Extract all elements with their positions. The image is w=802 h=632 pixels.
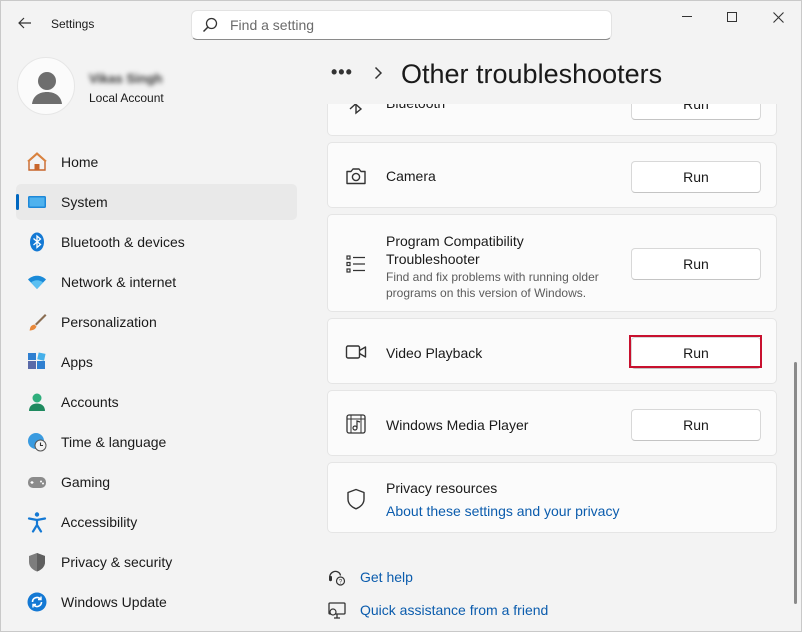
accounts-icon bbox=[29, 393, 45, 411]
troubleshooter-title: Windows Media Player bbox=[386, 417, 529, 433]
troubleshooter-card-bluetooth: Bluetooth Run bbox=[327, 104, 777, 136]
bluetooth-run-button[interactable]: Run bbox=[631, 104, 761, 120]
update-icon bbox=[27, 592, 47, 612]
system-display-icon bbox=[28, 196, 46, 208]
troubleshooter-card-program-compatibility: Program Compatibility Troubleshooter Fin… bbox=[327, 214, 777, 312]
sidebar-item-label: Windows Update bbox=[61, 594, 167, 610]
program-compatibility-run-button[interactable]: Run bbox=[631, 248, 761, 280]
search-input[interactable]: Find a setting bbox=[230, 17, 314, 33]
gamepad-icon bbox=[28, 477, 46, 488]
wifi-icon bbox=[28, 275, 46, 289]
sidebar-item-time-language[interactable]: Time & language bbox=[16, 424, 297, 460]
maximize-icon bbox=[727, 12, 737, 22]
close-icon bbox=[772, 11, 784, 23]
privacy-resources-title: Privacy resources bbox=[386, 480, 498, 496]
sidebar-item-label: Personalization bbox=[61, 314, 157, 330]
sidebar-item-label: Gaming bbox=[61, 474, 111, 490]
apps-icon bbox=[28, 352, 46, 369]
troubleshooter-list: Bluetooth Run Camera Run Program Compati… bbox=[327, 104, 777, 544]
maximize-button[interactable] bbox=[709, 6, 755, 28]
title-bar: Settings Find a setting bbox=[0, 0, 802, 48]
troubleshooter-title: Bluetooth bbox=[386, 104, 445, 112]
page-title: Other troubleshooters bbox=[401, 59, 663, 89]
accessibility-icon bbox=[27, 512, 47, 533]
bluetooth-icon bbox=[30, 232, 44, 252]
app-title: Settings bbox=[51, 17, 95, 31]
globe-clock-icon bbox=[28, 433, 47, 452]
chevron-right-icon bbox=[374, 66, 383, 80]
list-icon bbox=[346, 255, 365, 273]
brush-icon bbox=[29, 314, 47, 331]
sidebar-item-apps[interactable]: Apps bbox=[16, 344, 297, 380]
arrow-left-icon bbox=[18, 17, 31, 29]
privacy-resources-card: Privacy resources About these settings a… bbox=[327, 462, 777, 533]
sidebar-item-label: System bbox=[61, 194, 108, 210]
video-icon bbox=[345, 345, 367, 359]
sidebar-item-gaming[interactable]: Gaming bbox=[16, 464, 297, 500]
sidebar-item-label: Privacy & security bbox=[61, 554, 173, 570]
sidebar-item-network[interactable]: Network & internet bbox=[16, 264, 297, 300]
sidebar-item-bluetooth-devices[interactable]: Bluetooth & devices bbox=[16, 224, 297, 260]
user-name: Vikas Singh bbox=[89, 71, 163, 86]
help-icon: ? bbox=[329, 570, 346, 586]
privacy-link[interactable]: About these settings and your privacy bbox=[386, 503, 619, 519]
user-icon bbox=[32, 72, 62, 104]
sidebar-item-accounts[interactable]: Accounts bbox=[16, 384, 297, 420]
sidebar-item-system[interactable]: System bbox=[16, 184, 297, 220]
sidebar-item-label: Accounts bbox=[61, 394, 119, 410]
avatar[interactable] bbox=[17, 57, 75, 115]
get-help-label: Get help bbox=[360, 569, 413, 585]
media-player-icon bbox=[346, 414, 366, 434]
minimize-icon bbox=[682, 16, 692, 17]
sidebar-item-windows-update[interactable]: Windows Update bbox=[16, 584, 297, 620]
breadcrumb-more-button[interactable]: ••• bbox=[331, 62, 353, 83]
scrollbar-thumb[interactable] bbox=[794, 362, 797, 604]
camera-run-button[interactable]: Run bbox=[631, 161, 761, 193]
troubleshooter-title: Video Playback bbox=[386, 345, 483, 361]
sidebar-item-label: Apps bbox=[61, 354, 93, 370]
close-button[interactable] bbox=[755, 6, 801, 28]
sidebar-item-label: Home bbox=[61, 154, 99, 170]
troubleshooter-card-video-playback: Video Playback Run bbox=[327, 318, 777, 384]
troubleshooter-card-camera: Camera Run bbox=[327, 142, 777, 208]
search-icon bbox=[202, 17, 218, 33]
minimize-button[interactable] bbox=[664, 6, 710, 28]
remote-assist-icon bbox=[328, 602, 346, 619]
sidebar-item-privacy-security[interactable]: Privacy & security bbox=[16, 544, 297, 580]
shield-icon bbox=[29, 553, 45, 572]
troubleshooter-card-windows-media-player: Windows Media Player Run bbox=[327, 390, 777, 456]
sidebar-item-accessibility[interactable]: Accessibility bbox=[16, 504, 297, 540]
home-icon bbox=[27, 152, 47, 171]
quick-assist-label: Quick assistance from a friend bbox=[360, 602, 549, 618]
search-box[interactable]: Find a setting bbox=[191, 10, 612, 40]
sidebar-item-label: Accessibility bbox=[61, 514, 138, 530]
troubleshooter-title: Camera bbox=[386, 168, 436, 184]
sidebar-item-label: Network & internet bbox=[61, 274, 177, 290]
sidebar-item-personalization[interactable]: Personalization bbox=[16, 304, 297, 340]
camera-icon bbox=[346, 168, 366, 185]
account-type: Local Account bbox=[89, 91, 164, 105]
troubleshooter-title: Program Compatibility Troubleshooter bbox=[386, 233, 524, 267]
troubleshooter-description: Find and fix problems with running older… bbox=[386, 270, 599, 300]
windows-media-player-run-button[interactable]: Run bbox=[631, 409, 761, 441]
video-playback-run-button[interactable]: Run bbox=[631, 337, 761, 369]
sidebar-item-label: Bluetooth & devices bbox=[61, 234, 185, 250]
shield-icon bbox=[347, 488, 365, 510]
sidebar-item-home[interactable]: Home bbox=[16, 144, 297, 180]
back-button[interactable] bbox=[12, 10, 38, 36]
sidebar-item-label: Time & language bbox=[61, 434, 167, 450]
bluetooth-icon bbox=[349, 104, 363, 115]
selection-indicator bbox=[16, 194, 19, 210]
